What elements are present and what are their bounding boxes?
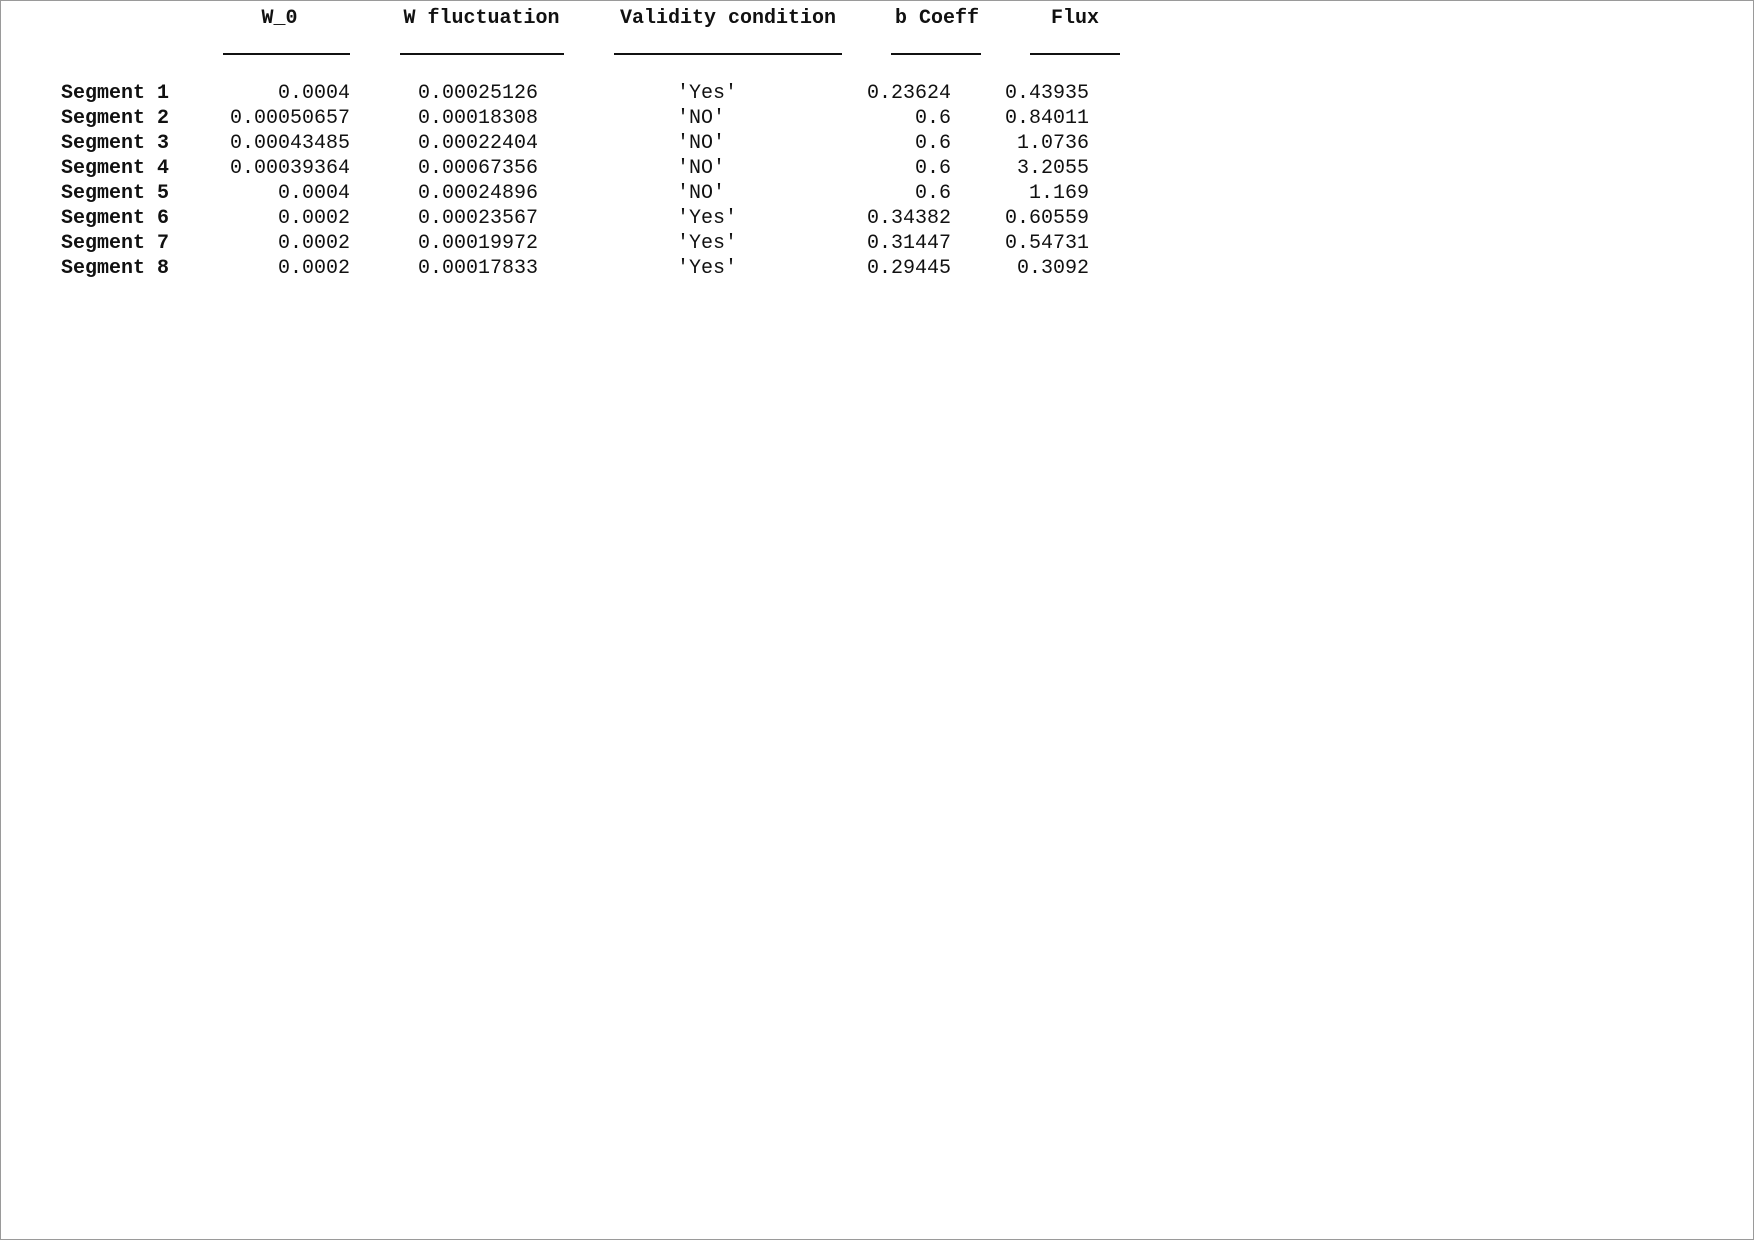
cell-w0: 0.0002 <box>277 232 350 255</box>
header-rule-w-fluctuation <box>400 53 564 55</box>
header-rule-w0 <box>223 53 350 55</box>
cell-validity: 'Yes' <box>677 257 738 280</box>
cell-flux: 1.0736 <box>1016 132 1089 155</box>
header-validity-condition: Validity condition <box>619 7 837 30</box>
header-w-fluctuation: W fluctuation <box>403 7 560 30</box>
row-label: Segment 5 <box>61 182 170 205</box>
row-label: Segment 2 <box>61 107 170 130</box>
cell-b-coeff: 0.6 <box>914 132 951 155</box>
header-rule-validity-condition <box>614 53 842 55</box>
cell-validity: 'NO' <box>677 107 726 130</box>
cell-w-fluctuation: 0.00017833 <box>417 257 538 280</box>
cell-w0: 0.00039364 <box>229 157 350 180</box>
cell-validity: 'Yes' <box>677 207 738 230</box>
output-window: W_0 W fluctuation Validity condition b C… <box>0 0 1754 1240</box>
cell-b-coeff: 0.6 <box>914 157 951 180</box>
cell-b-coeff: 0.31447 <box>866 232 951 255</box>
header-b-coeff: b Coeff <box>894 7 979 30</box>
cell-b-coeff: 0.29445 <box>866 257 951 280</box>
cell-w0: 0.0004 <box>277 82 350 105</box>
cell-flux: 3.2055 <box>1016 157 1089 180</box>
cell-w-fluctuation: 0.00025126 <box>417 82 538 105</box>
header-rule-b-coeff <box>891 53 981 55</box>
cell-flux: 0.43935 <box>1004 82 1089 105</box>
row-label: Segment 7 <box>61 232 170 255</box>
cell-w0: 0.0002 <box>277 207 350 230</box>
cell-flux: 0.3092 <box>1016 257 1089 280</box>
cell-b-coeff: 0.6 <box>914 107 951 130</box>
header-rule-flux <box>1030 53 1120 55</box>
cell-flux: 1.169 <box>1028 182 1089 205</box>
cell-flux: 0.54731 <box>1004 232 1089 255</box>
cell-validity: 'NO' <box>677 132 726 155</box>
cell-b-coeff: 0.23624 <box>866 82 951 105</box>
cell-w-fluctuation: 0.00024896 <box>417 182 538 205</box>
cell-w0: 0.0002 <box>277 257 350 280</box>
header-w0: W_0 <box>261 7 298 30</box>
cell-validity: 'NO' <box>677 157 726 180</box>
cell-b-coeff: 0.34382 <box>866 207 951 230</box>
cell-w0: 0.00043485 <box>229 132 350 155</box>
cell-w-fluctuation: 0.00018308 <box>417 107 538 130</box>
cell-flux: 0.60559 <box>1004 207 1089 230</box>
cell-b-coeff: 0.6 <box>914 182 951 205</box>
header-flux: Flux <box>1050 7 1099 30</box>
row-label: Segment 8 <box>61 257 170 280</box>
cell-w-fluctuation: 0.00019972 <box>417 232 538 255</box>
row-label: Segment 1 <box>61 82 170 105</box>
cell-flux: 0.84011 <box>1004 107 1089 130</box>
cell-validity: 'Yes' <box>677 82 738 105</box>
cell-w-fluctuation: 0.00023567 <box>417 207 538 230</box>
cell-w-fluctuation: 0.00022404 <box>417 132 538 155</box>
row-label: Segment 4 <box>61 157 170 180</box>
row-label: Segment 6 <box>61 207 170 230</box>
cell-w0: 0.0004 <box>277 182 350 205</box>
cell-w-fluctuation: 0.00067356 <box>417 157 538 180</box>
row-label: Segment 3 <box>61 132 170 155</box>
cell-w0: 0.00050657 <box>229 107 350 130</box>
cell-validity: 'NO' <box>677 182 726 205</box>
cell-validity: 'Yes' <box>677 232 738 255</box>
